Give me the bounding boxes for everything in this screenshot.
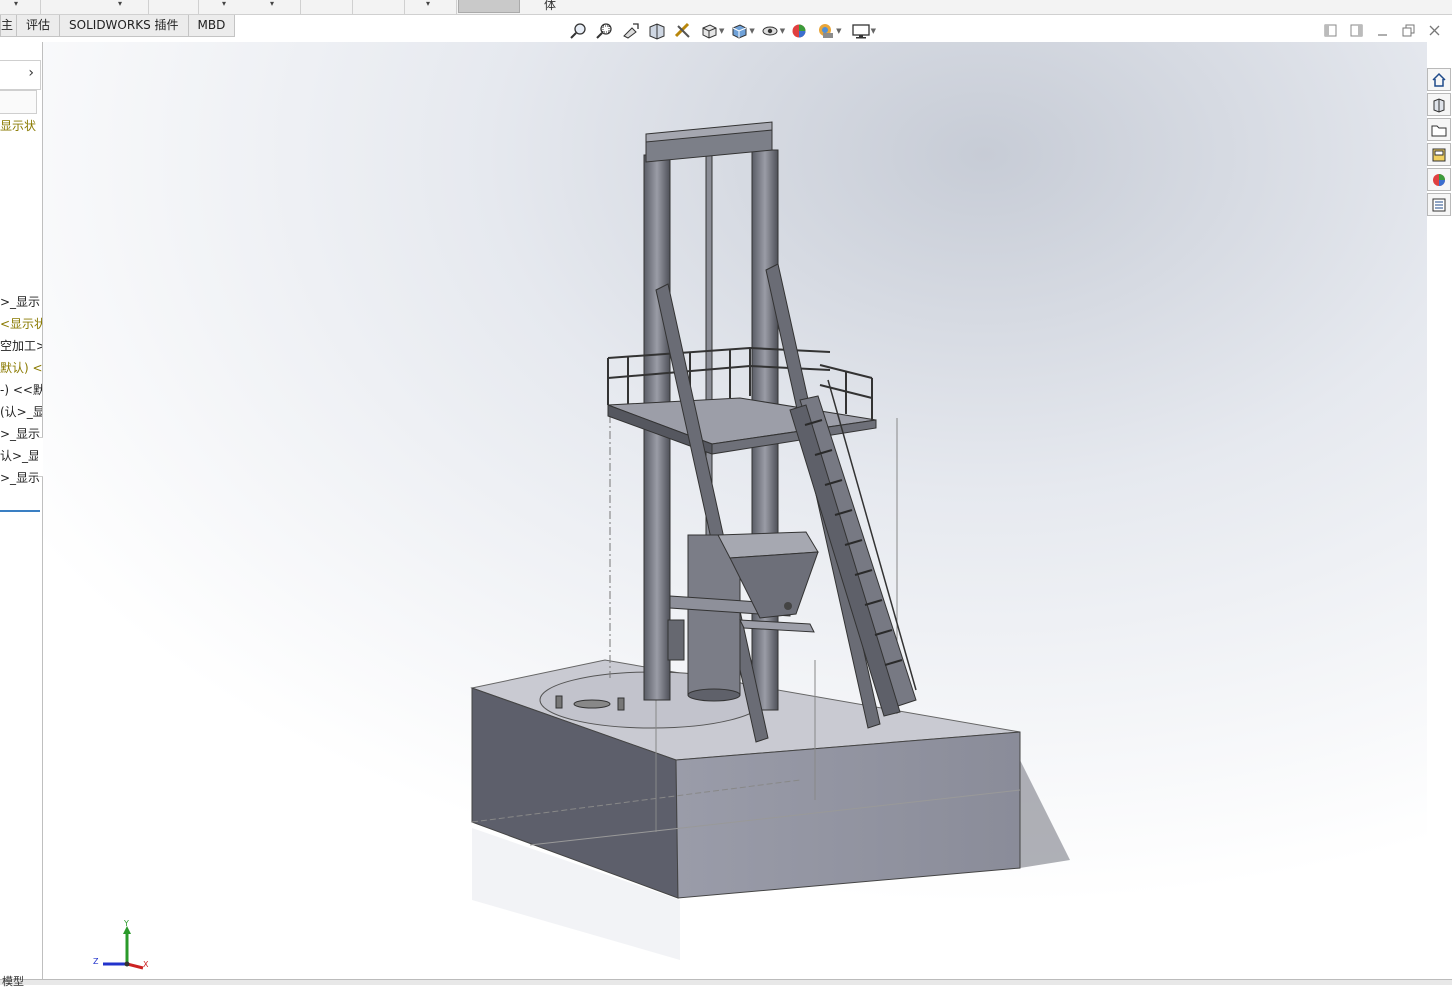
restore-icon[interactable]	[1400, 22, 1416, 38]
view-settings-icon[interactable]	[851, 22, 870, 40]
top-toolbar-row: ▾ ▾ ▾ ▾ ▾ 体	[0, 0, 1452, 15]
task-pane	[1427, 68, 1451, 218]
apply-scene-icon[interactable]	[817, 22, 835, 40]
tree-separator	[0, 510, 40, 512]
view-palette-icon[interactable]	[1427, 143, 1451, 166]
tree-item[interactable]: >_显示	[0, 427, 40, 441]
custom-properties-icon[interactable]	[1427, 193, 1451, 216]
dropdown-3[interactable]	[148, 0, 199, 14]
tree-item[interactable]: 认>_显	[0, 449, 40, 463]
triad-z-label: Z	[93, 957, 99, 966]
apply-scene-caret-icon[interactable]: ▼	[836, 27, 841, 35]
display-style-caret-icon[interactable]: ▼	[749, 27, 754, 35]
design-library-icon[interactable]	[1427, 93, 1451, 116]
tab-solidworks-addins[interactable]: SOLIDWORKS 插件	[59, 15, 189, 37]
previous-view-icon[interactable]	[622, 22, 640, 40]
tile-left-icon[interactable]	[1322, 22, 1338, 38]
tree-item[interactable]: >_显示	[0, 295, 40, 309]
tree-item[interactable]: <显示状	[0, 317, 42, 331]
dropdown-5[interactable]	[300, 0, 353, 14]
dropdown-4[interactable]: ▾ ▾	[198, 0, 301, 14]
bottom-model-tabs: 模型	[0, 976, 1452, 988]
view-settings-caret-icon[interactable]: ▼	[871, 27, 876, 35]
tab-evaluate[interactable]: 评估	[16, 15, 61, 37]
tree-item-display-state[interactable]: 显示状	[0, 119, 36, 133]
tile-right-icon[interactable]	[1348, 22, 1364, 38]
tree-item[interactable]: >_显示	[0, 471, 40, 485]
minimize-icon[interactable]	[1374, 22, 1390, 38]
appearances-scenes-icon[interactable]	[1427, 168, 1451, 191]
dropdown-6[interactable]	[352, 0, 405, 14]
model-view[interactable]	[43, 42, 1427, 979]
section-view-icon[interactable]	[648, 22, 666, 40]
toolbar-label: 体	[544, 0, 557, 12]
file-explorer-icon[interactable]	[1427, 118, 1451, 141]
triad-y-label: Y	[123, 920, 129, 928]
triad-x-label: X	[143, 960, 149, 969]
view-orientation-caret-icon[interactable]: ▼	[719, 27, 724, 35]
heads-up-view-toolbar: ▼ ▼ ▼ ▼ ▼	[570, 20, 882, 42]
zoom-to-area-icon[interactable]	[596, 22, 614, 40]
model-tab[interactable]: 模型	[2, 976, 24, 988]
view-orientation-icon[interactable]	[700, 22, 718, 40]
dropdown-7[interactable]: ▾	[404, 0, 457, 14]
edit-appearance-icon[interactable]	[791, 22, 809, 40]
feature-manager-pane: › 显示状 >_显示 <显示状 空加工> 默认) < -) <<默 (认>_显 …	[0, 42, 43, 980]
solidworks-resources-icon[interactable]	[1427, 68, 1451, 91]
graphics-viewport[interactable]: Y X Z	[43, 42, 1427, 979]
document-window-controls	[1312, 22, 1442, 38]
tree-item[interactable]: 空加工>	[0, 339, 42, 353]
feature-filter-field[interactable]	[0, 90, 37, 114]
dynamic-annotation-icon[interactable]	[674, 22, 692, 40]
tab-mbd[interactable]: MBD	[187, 15, 236, 37]
view-triad: Y X Z	[93, 920, 149, 970]
tree-item[interactable]: (认>_显	[0, 405, 42, 419]
active-toolbar-button[interactable]	[458, 0, 520, 13]
dropdown-1[interactable]: ▾	[0, 0, 41, 14]
feature-manager-expander[interactable]: ›	[0, 60, 41, 90]
close-icon[interactable]	[1426, 22, 1442, 38]
hide-show-items-icon[interactable]	[761, 22, 779, 40]
tab-main[interactable]: 主	[0, 15, 18, 37]
tree-item[interactable]: -) <<默	[0, 383, 42, 397]
command-manager-tabs: 主 评估 SOLIDWORKS 插件 MBD	[0, 15, 236, 37]
hide-show-caret-icon[interactable]: ▼	[780, 27, 785, 35]
tree-item[interactable]: 默认) <	[0, 361, 42, 375]
chevron-right-icon[interactable]: ›	[28, 65, 34, 81]
dropdown-2[interactable]: ▾	[40, 0, 149, 14]
display-style-icon[interactable]	[730, 22, 748, 40]
zoom-to-fit-icon[interactable]	[570, 22, 588, 40]
